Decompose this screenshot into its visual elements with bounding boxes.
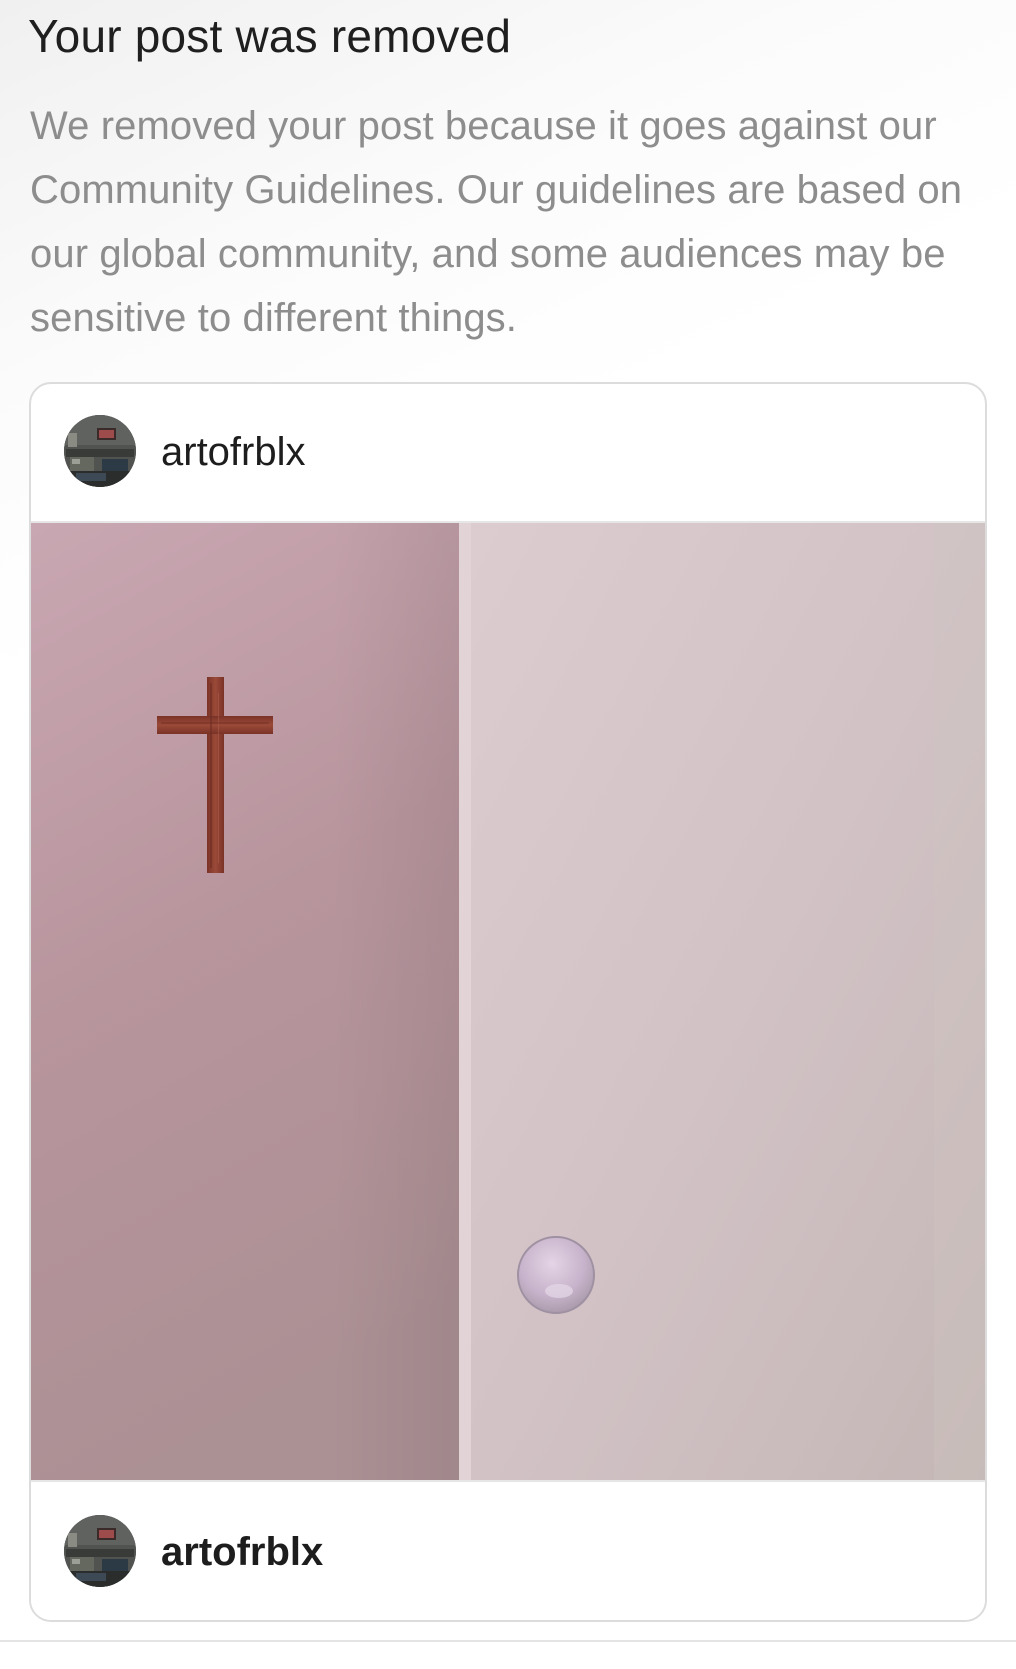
avatar-image — [64, 1515, 136, 1587]
post-author-username[interactable]: artofrblx — [161, 430, 306, 475]
removed-post-image — [31, 523, 985, 1480]
removal-message: We removed your post because it goes aga… — [30, 104, 963, 340]
divider — [0, 1640, 1016, 1642]
avatar[interactable] — [64, 1515, 136, 1587]
post-image[interactable] — [31, 523, 985, 1480]
post-footer: artofrblx — [31, 1480, 985, 1620]
orb-icon — [517, 1236, 595, 1314]
page-title: Your post was removed — [28, 10, 512, 62]
avatar[interactable] — [64, 415, 136, 487]
post-header: artofrblx — [31, 384, 985, 523]
removed-post-screen: Your post was removed We removed your po… — [0, 0, 1016, 1669]
avatar-image — [64, 415, 136, 487]
post-preview-card[interactable]: artofrblx artofrblx — [29, 382, 987, 1622]
post-caption-username[interactable]: artofrblx — [161, 1530, 323, 1575]
